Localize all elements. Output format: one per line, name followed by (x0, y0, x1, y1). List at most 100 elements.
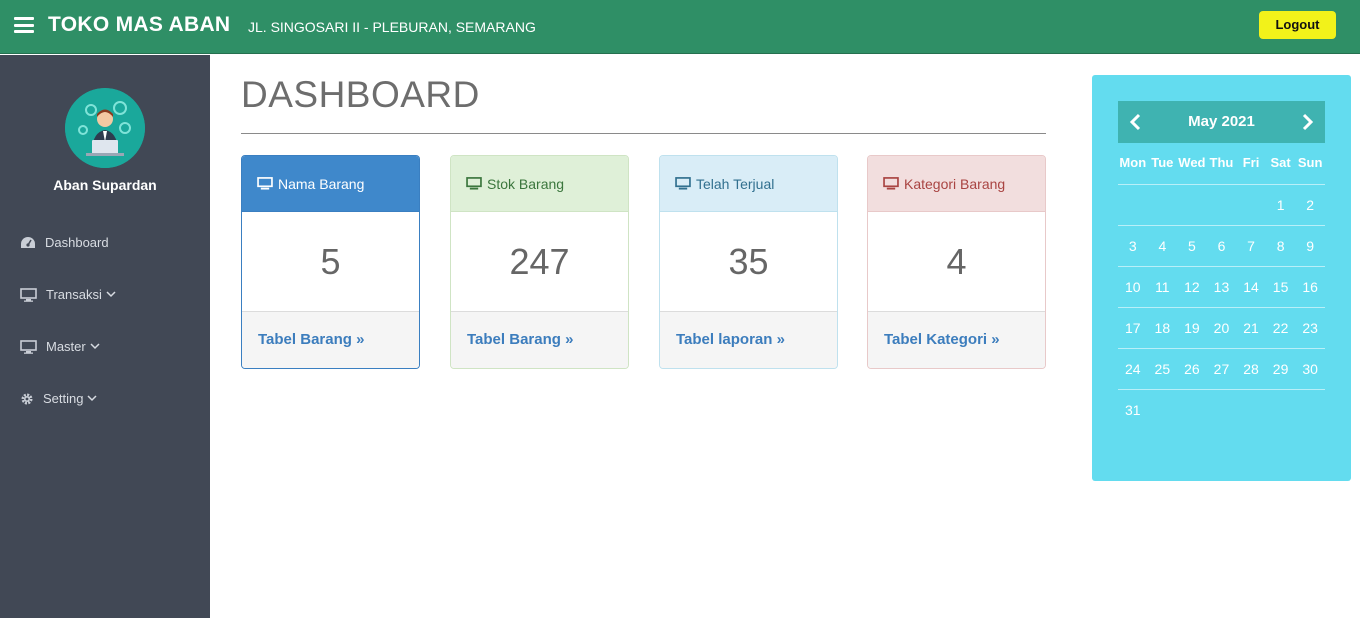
monitor-icon (20, 339, 37, 354)
calendar-week-row: 3456789 (1118, 226, 1325, 267)
top-navbar: TOKO MAS ABAN JL. SINGOSARI II - PLEBURA… (0, 0, 1360, 54)
sidebar-item-setting[interactable]: Setting (20, 391, 98, 406)
sidebar: Aban Supardan Dashboard Transaksi Master… (0, 55, 210, 618)
calendar-day[interactable]: 10 (1118, 267, 1148, 307)
calendar-empty-cell (1295, 390, 1325, 431)
calendar-empty-cell (1236, 185, 1266, 225)
card-value: 4 (868, 212, 1045, 312)
calendar-day[interactable]: 4 (1148, 226, 1178, 266)
calendar-day[interactable]: 22 (1266, 308, 1296, 348)
calendar-day[interactable]: 11 (1148, 267, 1178, 307)
calendar-day[interactable]: 26 (1177, 349, 1207, 389)
card-link-tabel-barang[interactable]: Tabel Barang » (242, 312, 419, 368)
chevron-right-icon[interactable] (1297, 112, 1317, 132)
calendar-widget: May 2021 Mon Tue Wed Thu Fri Sat Sun 1 2 3 4 5 6 7 8 9 1… (1092, 75, 1351, 481)
calendar-weekday-row: Mon Tue Wed Thu Fri Sat Sun (1118, 145, 1325, 185)
calendar-empty-cell (1207, 185, 1237, 225)
calendar-header: May 2021 (1118, 101, 1325, 143)
card-title: Nama Barang (278, 175, 365, 192)
monitor-icon (466, 177, 482, 190)
title-divider (241, 133, 1046, 134)
calendar-day[interactable]: 29 (1266, 349, 1296, 389)
calendar-day[interactable]: 3 (1118, 226, 1148, 266)
calendar-day[interactable]: 8 (1266, 226, 1296, 266)
gear-icon (21, 393, 33, 404)
calendar-weekday: Wed (1178, 155, 1206, 170)
calendar-empty-cell (1236, 390, 1266, 431)
calendar-day[interactable]: 31 (1118, 390, 1148, 431)
calendar-day[interactable]: 13 (1207, 267, 1237, 307)
calendar-day[interactable]: 30 (1295, 349, 1325, 389)
calendar-week-row: 12 (1118, 185, 1325, 226)
calendar-weekday: Fri (1242, 155, 1260, 170)
monitor-icon (675, 177, 691, 190)
monitor-icon (257, 177, 273, 190)
calendar-month-label: May 2021 (1188, 113, 1255, 130)
calendar-day[interactable]: 16 (1295, 267, 1325, 307)
calendar-day[interactable]: 23 (1295, 308, 1325, 348)
chevron-down-icon (106, 291, 116, 298)
dashboard-icon (21, 237, 35, 248)
calendar-empty-cell (1148, 185, 1178, 225)
card-link-tabel-kategori[interactable]: Tabel Kategori » (868, 312, 1045, 368)
sidebar-item-label: Setting (43, 391, 84, 406)
calendar-day[interactable]: 1 (1266, 185, 1296, 225)
calendar-day[interactable]: 14 (1236, 267, 1266, 307)
calendar-empty-cell (1207, 390, 1237, 431)
card-value: 5 (242, 212, 419, 312)
calendar-day[interactable]: 7 (1236, 226, 1266, 266)
sidebar-item-label: Dashboard (45, 235, 109, 250)
calendar-weekday: Sat (1270, 155, 1291, 170)
logout-button[interactable]: Logout (1259, 11, 1336, 39)
card-header: Telah Terjual (660, 156, 837, 212)
calendar-day[interactable]: 12 (1177, 267, 1207, 307)
calendar-day[interactable]: 24 (1118, 349, 1148, 389)
card-title: Stok Barang (487, 175, 565, 192)
calendar-day[interactable]: 5 (1177, 226, 1207, 266)
calendar-day[interactable]: 25 (1148, 349, 1178, 389)
card-telah-terjual: Telah Terjual 35 Tabel laporan » (659, 155, 838, 369)
sidebar-item-master[interactable]: Master (20, 339, 100, 354)
calendar-day[interactable]: 21 (1236, 308, 1266, 348)
card-kategori-barang: Kategori Barang 4 Tabel Kategori » (867, 155, 1046, 369)
calendar-day[interactable]: 19 (1177, 308, 1207, 348)
calendar-day[interactable]: 18 (1148, 308, 1178, 348)
calendar-day[interactable]: 9 (1295, 226, 1325, 266)
card-value: 35 (660, 212, 837, 312)
calendar-week-row: 17 18 19 20 21 22 23 (1118, 308, 1325, 349)
calendar-empty-cell (1148, 390, 1178, 431)
card-link-tabel-barang[interactable]: Tabel Barang » (451, 312, 628, 368)
calendar-day[interactable]: 17 (1118, 308, 1148, 348)
calendar-empty-cell (1177, 185, 1207, 225)
calendar-weekday: Sun (1297, 155, 1323, 170)
calendar-weekday: Thu (1209, 155, 1234, 170)
user-avatar (65, 88, 145, 168)
calendar-weekday: Mon (1119, 155, 1147, 170)
card-value: 247 (451, 212, 628, 312)
monitor-icon (20, 287, 37, 302)
calendar-day[interactable]: 2 (1295, 185, 1325, 225)
calendar-day[interactable]: 20 (1207, 308, 1237, 348)
card-header: Nama Barang (242, 156, 419, 212)
sidebar-item-transaksi[interactable]: Transaksi (20, 287, 116, 302)
calendar-day[interactable]: 15 (1266, 267, 1296, 307)
card-nama-barang: Nama Barang 5 Tabel Barang » (241, 155, 420, 369)
calendar-day[interactable]: 28 (1236, 349, 1266, 389)
menu-toggle-icon[interactable] (14, 17, 34, 33)
card-link-tabel-laporan[interactable]: Tabel laporan » (660, 312, 837, 368)
card-header: Kategori Barang (868, 156, 1045, 212)
brand-title[interactable]: TOKO MAS ABAN (48, 13, 230, 37)
calendar-day[interactable]: 6 (1207, 226, 1237, 266)
card-title: Kategori Barang (904, 175, 1006, 192)
calendar-week-row: 31 (1118, 390, 1325, 431)
chevron-left-icon[interactable] (1126, 112, 1146, 132)
calendar-week-row: 24 25 26 27 28 29 30 (1118, 349, 1325, 390)
card-header: Stok Barang (451, 156, 628, 212)
sidebar-item-dashboard[interactable]: Dashboard (20, 235, 109, 250)
calendar-day[interactable]: 27 (1207, 349, 1237, 389)
chevron-down-icon (90, 343, 100, 350)
monitor-icon (883, 177, 899, 190)
user-name: Aban Supardan (53, 177, 157, 193)
calendar-week-row: 10 11 12 13 14 15 16 (1118, 267, 1325, 308)
calendar-empty-cell (1177, 390, 1207, 431)
